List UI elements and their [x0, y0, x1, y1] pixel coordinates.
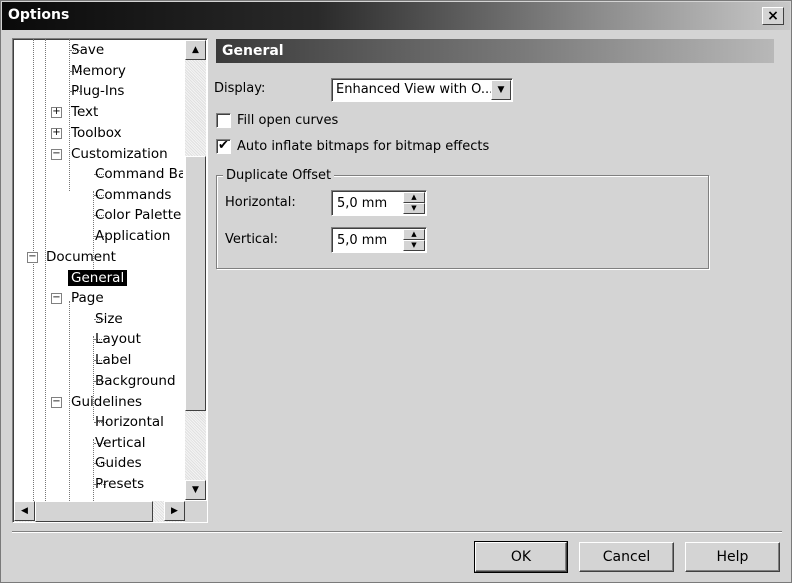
tree-item-commands[interactable]: Commands — [95, 185, 171, 205]
display-label: Display: — [214, 81, 266, 96]
options-tree: Save Memory Plug-Ins + Text + Toolbox − … — [12, 38, 208, 523]
cancel-button[interactable]: Cancel — [579, 542, 674, 572]
window-title: Options — [8, 7, 70, 23]
footer-separator — [12, 531, 782, 533]
options-dialog: Options × Save Memory Plug-Ins + Text + … — [0, 0, 792, 583]
scroll-up-icon: ▲ — [192, 45, 199, 55]
display-dropdown[interactable]: Enhanced View with O... ▼ — [331, 78, 513, 102]
scroll-down-button[interactable]: ▼ — [185, 480, 206, 500]
vertical-offset-value[interactable]: 5,0 mm — [337, 233, 387, 248]
tree-item-save[interactable]: Save — [71, 40, 104, 60]
scroll-up-button[interactable]: ▲ — [185, 40, 206, 60]
help-button[interactable]: Help — [685, 542, 780, 572]
horizontal-up-icon[interactable]: ▲ — [403, 192, 425, 203]
scroll-down-icon: ▼ — [192, 485, 199, 495]
tree-item-command-bars[interactable]: Command Bars — [95, 164, 183, 184]
duplicate-offset-group — [216, 175, 709, 269]
tree-item-plug-ins[interactable]: Plug-Ins — [71, 81, 124, 101]
tree-item-customization[interactable]: Customization — [71, 144, 168, 164]
tree-content: Save Memory Plug-Ins + Text + Toolbox − … — [13, 39, 183, 501]
vertical-offset-label: Vertical: — [225, 232, 279, 247]
ok-button[interactable]: OK — [474, 541, 568, 573]
horizontal-offset-label: Horizontal: — [225, 195, 296, 210]
fill-open-curves-checkbox[interactable] — [216, 113, 231, 128]
collapse-document-icon[interactable]: − — [27, 252, 38, 263]
tree-item-guidelines[interactable]: Guidelines — [71, 392, 142, 412]
scroll-left-icon: ◀ — [21, 506, 28, 516]
tree-item-vertical[interactable]: Vertical — [95, 433, 146, 453]
expand-text-icon[interactable]: + — [51, 107, 62, 118]
horizontal-down-icon[interactable]: ▼ — [403, 203, 425, 214]
auto-inflate-checkbox[interactable]: ✔ — [216, 139, 231, 154]
title-bar[interactable]: Options × — [2, 2, 790, 30]
close-icon: × — [767, 8, 779, 24]
tree-item-memory[interactable]: Memory — [71, 61, 126, 81]
collapse-customization-icon[interactable]: − — [51, 149, 62, 160]
scrollbar-corner — [185, 501, 207, 522]
tree-item-color-palette[interactable]: Color Palette — [95, 205, 181, 225]
tree-item-document[interactable]: Document — [46, 247, 116, 267]
tree-item-size[interactable]: Size — [95, 309, 123, 329]
tree-item-presets[interactable]: Presets — [95, 474, 144, 494]
horizontal-offset-stepper[interactable]: 5,0 mm ▲ ▼ — [331, 190, 427, 216]
tree-horizontal-scrollbar[interactable]: ◀ ▶ — [14, 501, 185, 522]
tree-item-toolbox[interactable]: Toolbox — [71, 123, 122, 143]
vertical-offset-stepper[interactable]: 5,0 mm ▲ ▼ — [331, 227, 427, 253]
duplicate-offset-title: Duplicate Offset — [223, 168, 335, 183]
horizontal-offset-value[interactable]: 5,0 mm — [337, 196, 387, 211]
expand-toolbox-icon[interactable]: + — [51, 128, 62, 139]
display-value: Enhanced View with O... — [336, 82, 494, 97]
section-title: General — [216, 39, 774, 63]
tree-item-application[interactable]: Application — [95, 226, 170, 246]
vertical-scroll-thumb[interactable] — [185, 156, 206, 411]
tree-item-horizontal[interactable]: Horizontal — [95, 412, 164, 432]
tree-item-background[interactable]: Background — [95, 371, 176, 391]
scroll-right-icon: ▶ — [171, 506, 178, 516]
tree-item-general[interactable]: General — [68, 268, 128, 288]
tree-item-label[interactable]: Label — [95, 350, 131, 370]
scroll-right-button[interactable]: ▶ — [164, 501, 185, 521]
tree-item-page[interactable]: Page — [71, 288, 104, 308]
collapse-guidelines-icon[interactable]: − — [51, 397, 62, 408]
close-button[interactable]: × — [762, 7, 784, 25]
tree-item-text[interactable]: Text — [71, 102, 98, 122]
checkmark-icon: ✔ — [218, 138, 229, 153]
fill-open-curves-label[interactable]: Fill open curves — [237, 113, 338, 128]
vertical-down-icon[interactable]: ▼ — [403, 240, 425, 251]
dropdown-arrow-icon[interactable]: ▼ — [491, 80, 511, 100]
auto-inflate-label[interactable]: Auto inflate bitmaps for bitmap effects — [237, 139, 489, 154]
tree-item-guides[interactable]: Guides — [95, 453, 142, 473]
vertical-up-icon[interactable]: ▲ — [403, 229, 425, 240]
scroll-left-button[interactable]: ◀ — [14, 501, 35, 521]
collapse-page-icon[interactable]: − — [51, 293, 62, 304]
tree-vertical-scrollbar[interactable]: ▲ ▼ — [185, 40, 206, 500]
horizontal-scroll-thumb[interactable] — [35, 501, 153, 522]
tree-item-layout[interactable]: Layout — [95, 329, 141, 349]
